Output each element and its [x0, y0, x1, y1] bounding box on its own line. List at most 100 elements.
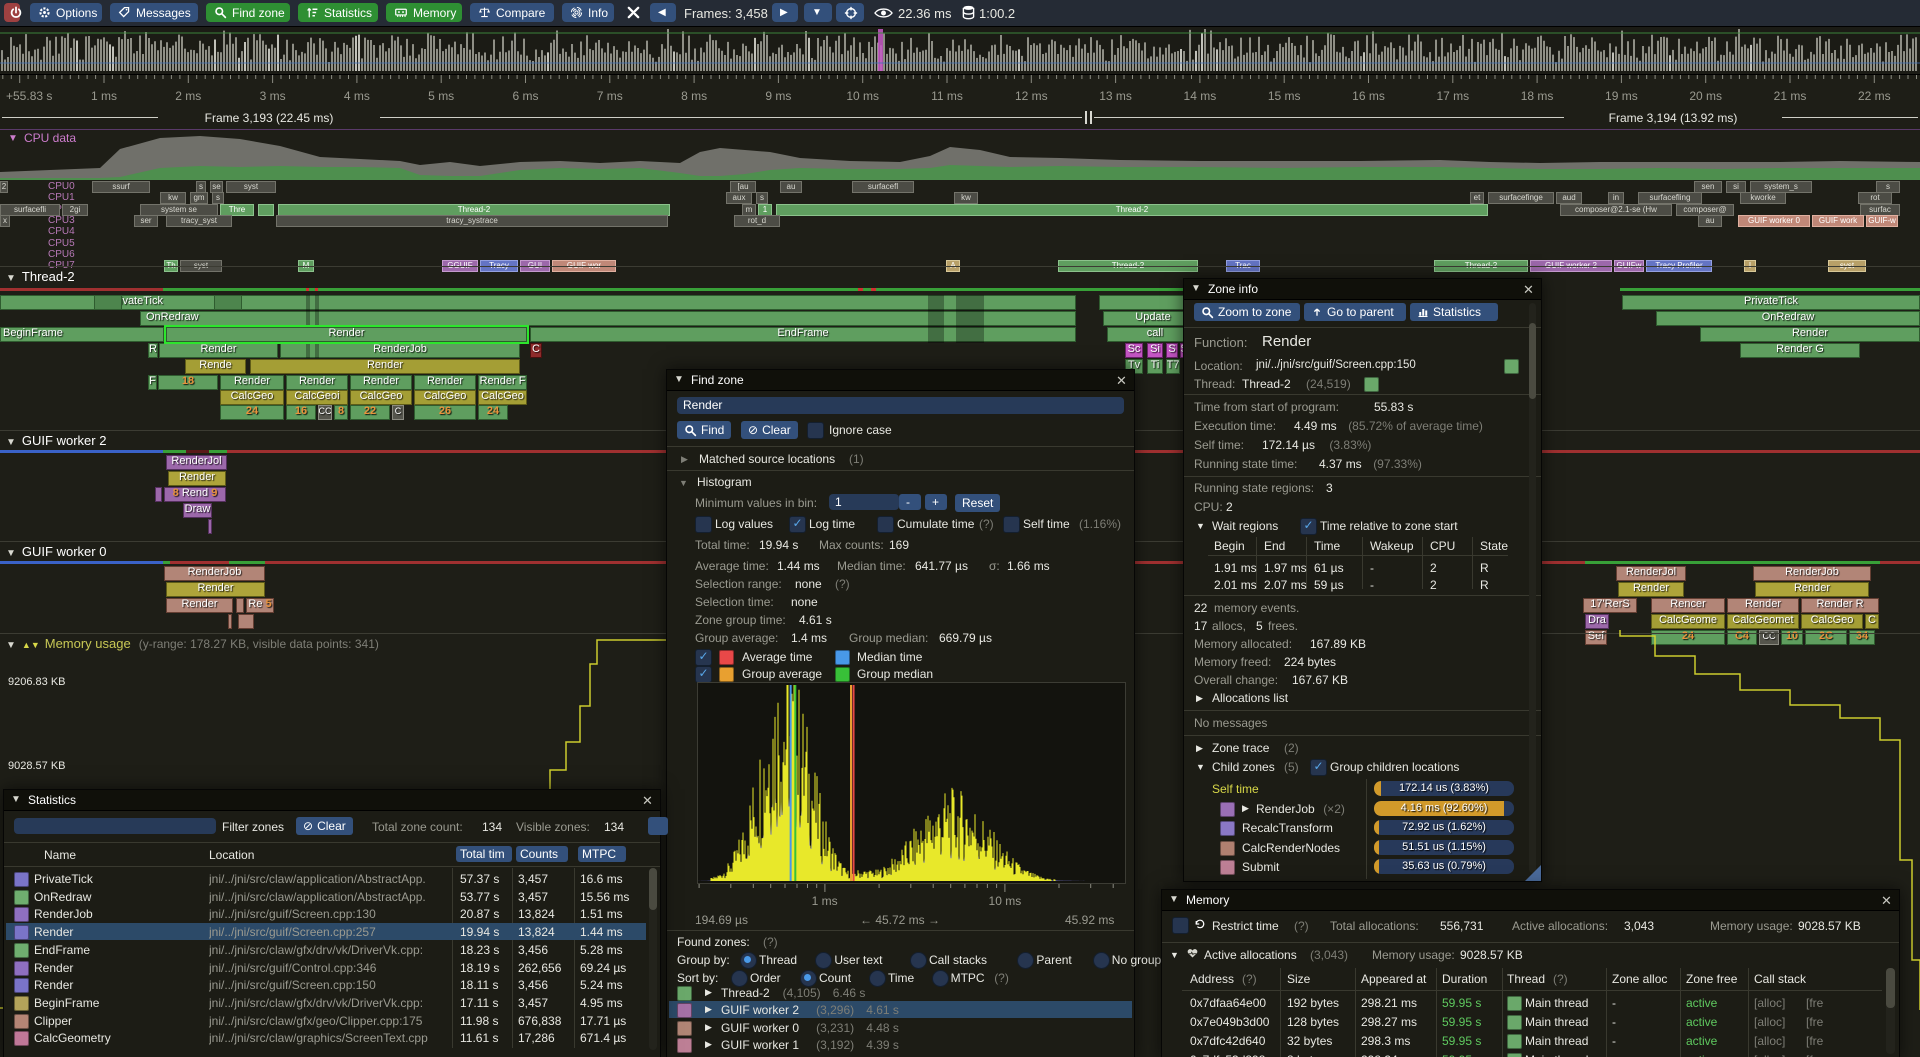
zone-t7[interactable]: T7	[1166, 359, 1180, 374]
zone-calcgeome[interactable]: CalcGeome	[1651, 614, 1725, 629]
histogram-section-label[interactable]: Histogram	[697, 475, 752, 489]
group-by-radio-call-stacks[interactable]	[910, 952, 927, 969]
cpu-zone-chip[interactable]: system_s	[1750, 181, 1812, 193]
zone-sc[interactable]: Sc	[1125, 343, 1143, 358]
found-group-name[interactable]: GUIF worker 2	[721, 1003, 799, 1017]
child-zone-name[interactable]: Self time	[1212, 782, 1259, 796]
clear-button[interactable]: ⊘Clear	[741, 421, 798, 439]
prev-frame-button[interactable]: ◀	[650, 3, 676, 22]
wait-column-header[interactable]: End	[1264, 539, 1285, 553]
scrollbar-thumb[interactable]	[1886, 968, 1895, 1008]
group-by-radio-no-groupi[interactable]	[1093, 952, 1110, 969]
zone-calcgeo[interactable]: CalcGeo	[478, 390, 527, 405]
active-allocations-heading[interactable]: Active allocations	[1204, 948, 1297, 962]
zone-anon[interactable]: 8 Rend 9	[164, 487, 226, 502]
cpu-zone-chip[interactable]: s	[212, 192, 224, 204]
find-zone-button[interactable]: Find zone	[206, 3, 290, 22]
call-stack-free-link[interactable]: [fre	[1806, 1015, 1823, 1029]
cpu-zone-chip[interactable]: GUIF worker 0	[1738, 215, 1810, 227]
find-zone-panel-titlebar[interactable]: ▼Find zone✕	[667, 370, 1134, 391]
column-header-appeared[interactable]: Appeared at	[1361, 972, 1426, 986]
zone-anon[interactable]	[236, 598, 244, 613]
scrollbar-thumb[interactable]	[649, 868, 657, 910]
histogram-plot[interactable]	[697, 682, 1126, 884]
zone-renderjol[interactable]: RenderJol	[1616, 566, 1686, 581]
zone-render[interactable]: Render	[1727, 598, 1799, 613]
column-header-total-time[interactable]: Total tim	[456, 846, 512, 862]
zone-render[interactable]: Render	[220, 375, 284, 390]
wait-column-header[interactable]: Begin	[1214, 539, 1245, 553]
zone-c[interactable]: C	[1865, 614, 1879, 629]
group-by-radio-user-text[interactable]	[815, 952, 832, 969]
zone-beginframe[interactable]: BeginFrame	[0, 327, 164, 342]
zone-17-rers[interactable]: 17'RerS	[1583, 598, 1637, 613]
self-time-checkbox[interactable]	[1003, 516, 1020, 533]
zone-24[interactable]: 24	[478, 405, 508, 420]
cpu-zone-chip[interactable]: Thread-2	[776, 204, 1488, 216]
stat-zone-name[interactable]: EndFrame	[34, 943, 90, 957]
zone-search-input[interactable]: Render	[677, 397, 1124, 414]
zone-c[interactable]: C	[392, 405, 404, 420]
bin-plus-button[interactable]: +	[925, 494, 947, 510]
zone-privatetick[interactable]: PrivateTick	[1622, 295, 1920, 310]
cpu-zone-chip[interactable]: tracy_systrace	[276, 215, 668, 227]
frame-markers[interactable]: Frame 3,193 (22.45 ms)Frame 3,194 (13.92…	[0, 109, 1920, 127]
restrict-time-checkbox[interactable]	[1172, 917, 1189, 934]
call-stack-alloc-link[interactable]: [alloc]	[1754, 1034, 1785, 1048]
cpu-zone-chip[interactable]: gm	[190, 192, 208, 204]
power-button[interactable]	[4, 3, 20, 22]
memory-usage-header[interactable]: ▼▲▼Memory usage(y-range: 178.27 KB, visi…	[6, 636, 379, 651]
zone-endframe[interactable]: EndFrame	[530, 327, 1076, 342]
zone-16[interactable]: 16	[286, 405, 316, 420]
statistics-button-small[interactable]: Statistics	[1410, 303, 1498, 321]
zoom-to-zone-button[interactable]: Zoom to zone	[1194, 303, 1300, 321]
cpu-zone-chip[interactable]: rot	[1858, 192, 1892, 204]
close-icon[interactable]: ✕	[642, 793, 653, 809]
child-zone-time-bar[interactable]: 4.16 ms (92.60%)	[1374, 801, 1514, 816]
resize-grip[interactable]	[1525, 865, 1541, 881]
zone-cc[interactable]: CC	[318, 405, 332, 420]
info-button[interactable]: Info	[562, 3, 614, 22]
found-group-name[interactable]: GUIF worker 0	[721, 1021, 799, 1035]
column-header-zone-alloc[interactable]: Zone alloc	[1612, 972, 1667, 986]
allocations-list-label[interactable]: Allocations list	[1212, 691, 1288, 705]
zone-renderjol[interactable]: RenderJol	[166, 455, 227, 470]
options-button[interactable]: Options	[30, 3, 102, 22]
zone-18[interactable]: 18	[158, 375, 218, 390]
stat-zone-name[interactable]: Render	[34, 961, 73, 975]
column-header-counts[interactable]: Counts	[516, 846, 568, 862]
zone-render[interactable]: Render	[166, 327, 527, 342]
wait-regions-label[interactable]: Wait regions	[1212, 519, 1278, 533]
zone-renderjob[interactable]: RenderJob	[1753, 566, 1871, 581]
time-ruler[interactable]: +55.83 s1 ms2 ms3 ms4 ms5 ms6 ms7 ms8 ms…	[0, 75, 1920, 109]
find-button[interactable]: Find	[677, 421, 731, 439]
thread-header-guif-worker-0[interactable]: ▼GUIF worker 0	[6, 544, 106, 559]
close-icon[interactable]: ✕	[1523, 282, 1534, 298]
cpu-zone-chip[interactable]: 2gi	[62, 204, 88, 216]
found-group-name[interactable]: Thread-2	[721, 986, 770, 1000]
cpu-zone-chip[interactable]	[258, 204, 274, 216]
cpu-zone-chip[interactable]: s	[196, 181, 206, 193]
zone-renderjob[interactable]: RenderJob	[164, 566, 265, 581]
child-zone-time-bar[interactable]: 51.51 us (1.15%)	[1374, 840, 1514, 855]
tools-icon[interactable]	[626, 5, 641, 23]
child-zones-label[interactable]: Child zones	[1212, 760, 1275, 774]
alloc-address[interactable]: 0x7dfaa64e00	[1190, 996, 1266, 1010]
cpu-zone-chip[interactable]: ssurf	[92, 181, 150, 193]
zone-render[interactable]: Render	[250, 359, 520, 374]
column-header-location[interactable]: Location	[209, 848, 254, 862]
column-header-mtpc[interactable]: MTPC	[578, 846, 626, 862]
group-by-radio-parent[interactable]	[1017, 952, 1034, 969]
zone-calcgeo[interactable]: CalcGeo	[350, 390, 412, 405]
wait-column-header[interactable]: CPU	[1430, 539, 1455, 553]
zone-render[interactable]: Render	[1700, 327, 1920, 342]
cpu-zone-chip[interactable]: aud	[1556, 192, 1582, 204]
zone-draw[interactable]: Draw	[183, 503, 212, 518]
cpu-zone-chip[interactable]: aux	[726, 192, 752, 204]
stat-zone-name[interactable]: PrivateTick	[34, 872, 93, 886]
matched-source-locations-label[interactable]: Matched source locations	[699, 452, 835, 466]
min-bin-input[interactable]: 1	[829, 494, 899, 510]
stat-zone-name[interactable]: Render	[34, 978, 73, 992]
alloc-address[interactable]: 0x7e049b3d00	[1190, 1015, 1269, 1029]
column-header-name[interactable]: Name	[44, 848, 76, 862]
